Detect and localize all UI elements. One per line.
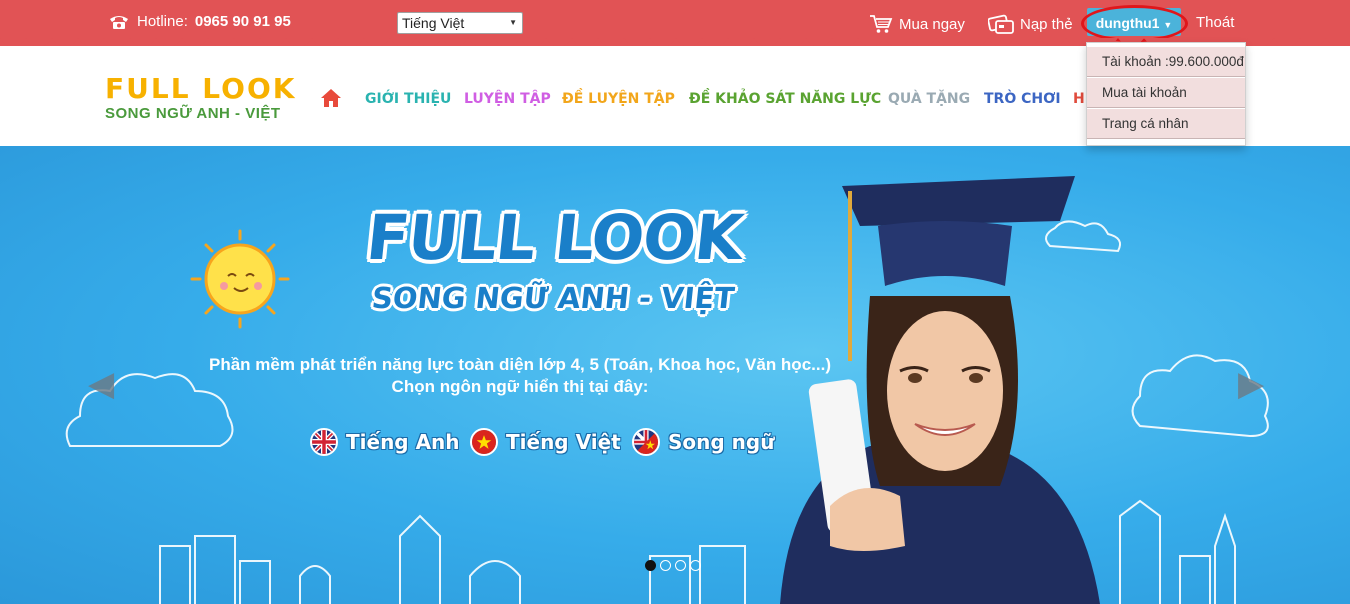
nav-item-about[interactable]: GIỚI THIỆU — [365, 91, 451, 107]
nav-item-assessment[interactable]: ĐỀ KHẢO SÁT NĂNG LỰC — [689, 91, 881, 107]
bilingual-flag-icon — [632, 428, 660, 456]
language-option-english[interactable]: Tiếng Anh — [310, 428, 460, 456]
hotline-label: Hotline: — [137, 13, 188, 30]
hero-banner: FULL LOOK SONG NGỮ ANH - VIỆT Phần mềm p… — [0, 146, 1350, 604]
home-icon[interactable] — [320, 88, 342, 108]
hero-desc-line2: Chọn ngôn ngữ hiển thị tại đây: — [391, 377, 649, 396]
logo-subtitle: SONG NGỮ ANH - VIỆT — [105, 105, 281, 122]
logout-link[interactable]: Thoát — [1196, 14, 1234, 31]
nav-item-games[interactable]: TRÒ CHƠI — [984, 91, 1061, 107]
top-up-label: Nạp thẻ — [1020, 15, 1073, 33]
menu-item-buy-account[interactable]: Mua tài khoản — [1087, 78, 1245, 108]
carousel-dot[interactable] — [645, 560, 656, 571]
language-select-value: Tiếng Việt — [402, 15, 465, 31]
nav-item-practice-tests[interactable]: ĐỀ LUYỆN TẬP — [562, 91, 675, 107]
carousel-dot[interactable] — [660, 560, 671, 571]
hero-desc-line1: Phần mềm phát triển năng lực toàn diện l… — [209, 355, 831, 374]
telephone-icon — [110, 15, 128, 29]
language-option-english-label: Tiếng Anh — [346, 430, 460, 454]
carousel-next-arrow-icon[interactable]: ▶ — [1238, 364, 1264, 404]
language-option-bilingual-label: Song ngữ — [668, 430, 775, 454]
hero-subtitle: SONG NGỮ ANH - VIỆT — [370, 281, 736, 315]
hero-title: FULL LOOK — [363, 201, 746, 274]
vietnam-flag-icon — [470, 428, 498, 456]
menu-item-profile[interactable]: Trang cá nhân — [1087, 109, 1245, 139]
logo[interactable]: FULL LOOK SONG NGỮ ANH - VIỆT — [105, 72, 297, 123]
logo-title: FULL LOOK — [105, 72, 297, 105]
top-up-link[interactable]: Nạp thẻ — [988, 14, 1073, 34]
language-option-vietnamese-label: Tiếng Việt — [506, 430, 621, 454]
caret-down-icon: ▼ — [509, 18, 517, 27]
username: dungthu1 — [1095, 15, 1160, 31]
carousel-dot[interactable] — [675, 560, 686, 571]
user-menu-button[interactable]: dungthu1 ▼ — [1087, 8, 1181, 36]
language-select[interactable]: Tiếng Việt ▼ — [397, 12, 523, 34]
caret-down-icon: ▼ — [1163, 20, 1173, 30]
user-dropdown-menu: Tài khoản :99.600.000đ Mua tài khoản Tra… — [1086, 42, 1246, 146]
cart-icon — [870, 15, 893, 33]
language-option-bilingual[interactable]: Song ngữ — [632, 428, 774, 456]
menu-item-account-balance[interactable]: Tài khoản :99.600.000đ — [1087, 47, 1245, 77]
card-icon — [988, 14, 1014, 34]
carousel-dot[interactable] — [690, 560, 701, 571]
nav-item-practice[interactable]: LUYỆN TẬP — [464, 91, 551, 107]
carousel-indicators — [645, 560, 701, 571]
buy-now-label: Mua ngay — [899, 15, 965, 33]
carousel-prev-arrow-icon[interactable]: ◀ — [88, 364, 114, 404]
hotline-number[interactable]: 0965 90 91 95 — [195, 13, 291, 30]
buy-now-link[interactable]: Mua ngay — [869, 14, 965, 34]
language-option-vietnamese[interactable]: Tiếng Việt — [470, 428, 621, 456]
logout-label: Thoát — [1196, 14, 1235, 31]
sun-illustration — [190, 229, 290, 329]
hotline: Hotline: 0965 90 91 95 — [108, 13, 291, 30]
uk-flag-icon — [310, 428, 338, 456]
hero-description: Phần mềm phát triển năng lực toàn diện l… — [150, 354, 890, 398]
nav-item-gifts[interactable]: QUÀ TẶNG — [888, 91, 970, 107]
